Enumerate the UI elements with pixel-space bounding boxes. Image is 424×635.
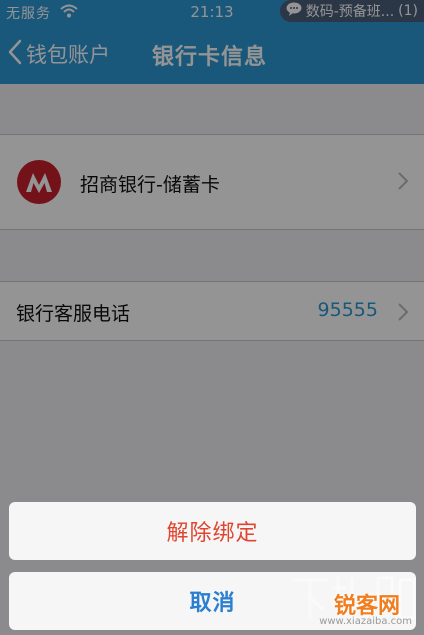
- watermark-url: www.xiazaiba.com: [319, 616, 412, 627]
- unbind-button[interactable]: 解除绑定: [9, 502, 416, 560]
- screen: 无服务 21:13 数码-预备班... (1) 钱包账户 银行卡信息 招商银行-…: [0, 0, 424, 635]
